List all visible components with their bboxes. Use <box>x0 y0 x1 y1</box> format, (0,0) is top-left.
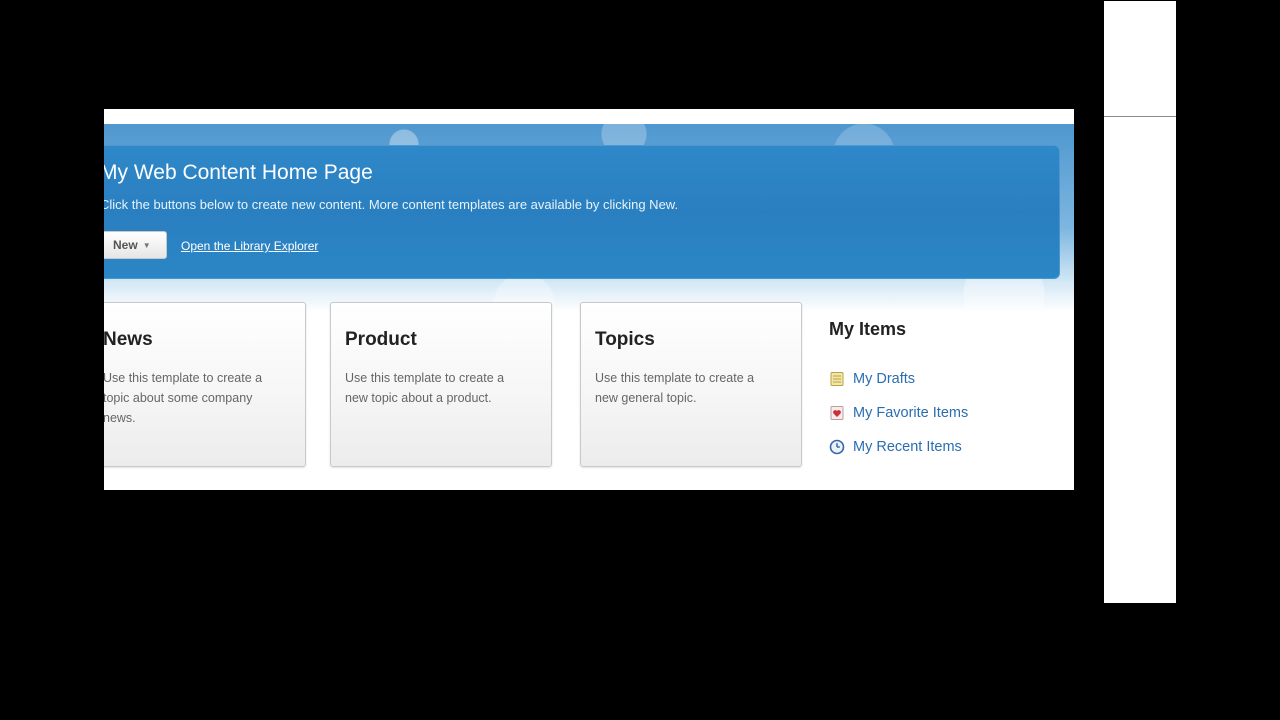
tile-description: Use this template to create a topic abou… <box>104 371 263 425</box>
side-panel-divider <box>1104 116 1176 117</box>
banner: My Web Content Home Page Click the butto… <box>104 145 1060 279</box>
tile-title: Topics <box>595 329 655 350</box>
new-button-label: New <box>113 238 138 252</box>
my-item-label: My Favorite Items <box>853 405 969 421</box>
my-drafts-link[interactable]: My Drafts <box>829 362 1059 396</box>
tile-description: Use this template to create a new topic … <box>345 371 505 405</box>
my-item-label: My Recent Items <box>853 439 962 455</box>
side-panel <box>1104 1 1176 603</box>
screen: My Web Content Home Page Click the butto… <box>0 0 1280 720</box>
favorite-heart-icon <box>830 406 844 420</box>
tile-title: Product <box>345 329 417 350</box>
recent-clock-icon <box>829 439 845 455</box>
template-tile-topics[interactable]: Topics Use this template to create a new… <box>580 302 802 467</box>
new-button[interactable]: New ▼ <box>104 231 167 259</box>
template-tile-news[interactable]: News Use this template to create a topic… <box>104 302 306 467</box>
my-recent-items-link[interactable]: My Recent Items <box>829 430 1059 464</box>
my-favorite-items-link[interactable]: My Favorite Items <box>829 396 1059 430</box>
my-item-label: My Drafts <box>853 371 916 387</box>
banner-subtitle: Click the buttons below to create new co… <box>104 197 679 212</box>
chevron-down-icon: ▼ <box>142 240 151 250</box>
my-items-heading: My Items <box>829 319 907 339</box>
tile-description: Use this template to create a new genera… <box>595 371 755 405</box>
drafts-notepad-icon <box>830 372 844 386</box>
page-title: My Web Content Home Page <box>104 161 373 184</box>
tile-title: News <box>104 329 153 350</box>
web-content-home: My Web Content Home Page Click the butto… <box>104 109 1074 490</box>
my-items-panel: My Items My Drafts My Favorite Items My … <box>829 319 1059 464</box>
open-library-explorer-link[interactable]: Open the Library Explorer <box>181 239 318 253</box>
template-tile-product[interactable]: Product Use this template to create a ne… <box>330 302 552 467</box>
